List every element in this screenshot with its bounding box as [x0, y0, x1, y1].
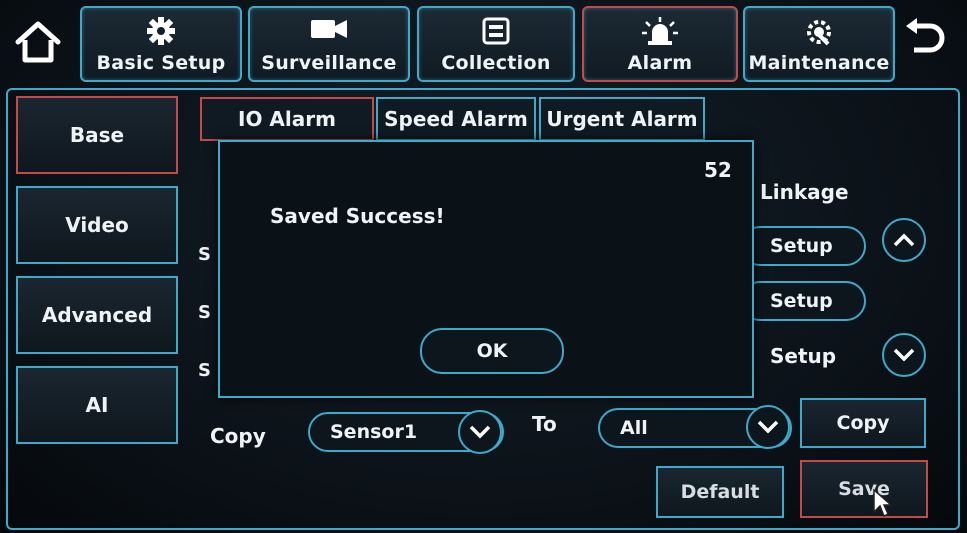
- sidebar-item-label: Video: [65, 213, 129, 237]
- sidebar-item-label: Advanced: [41, 303, 153, 327]
- copy-target-value: All: [620, 417, 648, 439]
- ok-label: OK: [476, 340, 508, 362]
- copy-source-dropdown[interactable]: [458, 410, 502, 454]
- copy-label: Copy: [210, 424, 266, 448]
- subtab-label: Speed Alarm: [384, 107, 528, 131]
- copy-source-value: Sensor1: [330, 421, 418, 443]
- linkage-setup-button-3[interactable]: Setup: [770, 344, 836, 368]
- row-label-partial: S: [198, 244, 211, 265]
- back-button[interactable]: [900, 16, 948, 60]
- copy-target-dropdown[interactable]: [746, 405, 790, 449]
- dialog-message: Saved Success!: [270, 204, 445, 228]
- save-button[interactable]: Save: [800, 460, 928, 518]
- linkage-setup-button-2[interactable]: Setup: [740, 281, 866, 321]
- tab-label: Basic Setup: [96, 52, 226, 74]
- dialog-ok-button[interactable]: OK: [420, 328, 564, 374]
- home-icon: [15, 21, 61, 63]
- linkage-header: Linkage: [760, 180, 849, 204]
- tab-maintenance[interactable]: Maintenance: [743, 6, 895, 82]
- save-success-dialog: 52 Saved Success! OK: [218, 140, 754, 398]
- setup-label: Setup: [770, 235, 833, 257]
- storage-icon: [482, 17, 510, 45]
- default-button[interactable]: Default: [656, 466, 784, 518]
- linkage-setup-button-1[interactable]: Setup: [740, 226, 866, 266]
- scroll-down-button[interactable]: [882, 333, 926, 377]
- chevron-up-icon: [893, 233, 915, 247]
- chevron-down-icon: [469, 425, 491, 439]
- copy-to-label: To: [532, 412, 557, 436]
- sidebar-item-label: AI: [85, 393, 109, 417]
- sidebar-item-label: Base: [69, 123, 125, 147]
- home-button[interactable]: [12, 18, 64, 64]
- copy-button-label: Copy: [836, 412, 890, 434]
- tab-surveillance[interactable]: Surveillance: [248, 6, 410, 82]
- row-label-partial: S: [198, 302, 211, 323]
- tab-alarm[interactable]: Alarm: [582, 6, 738, 82]
- subtab-label: Urgent Alarm: [546, 107, 698, 131]
- cursor-pointer-icon: [873, 488, 892, 518]
- tab-io-alarm[interactable]: IO Alarm: [200, 97, 374, 141]
- default-button-label: Default: [680, 481, 760, 503]
- tab-urgent-alarm[interactable]: Urgent Alarm: [539, 97, 705, 141]
- tab-basic-setup[interactable]: Basic Setup: [80, 6, 242, 82]
- back-arrow-icon: [906, 18, 945, 53]
- tab-speed-alarm[interactable]: Speed Alarm: [376, 97, 536, 141]
- tab-collection[interactable]: Collection: [417, 6, 575, 82]
- tab-label: Surveillance: [261, 52, 397, 74]
- setup-label: Setup: [770, 290, 833, 312]
- subtab-label: IO Alarm: [238, 107, 336, 131]
- tab-label: Collection: [441, 52, 551, 74]
- wrench-gear-icon: [807, 20, 831, 46]
- copy-button[interactable]: Copy: [800, 398, 926, 448]
- tab-label: Alarm: [627, 52, 693, 74]
- chevron-down-icon: [757, 420, 779, 434]
- sidebar-item-video[interactable]: Video: [16, 186, 178, 264]
- camera-icon: [311, 20, 347, 38]
- sidebar-item-advanced[interactable]: Advanced: [16, 276, 178, 354]
- siren-icon: [642, 17, 678, 45]
- sidebar-item-base[interactable]: Base: [16, 96, 178, 174]
- row-label-partial: S: [198, 360, 211, 381]
- scroll-up-button[interactable]: [882, 218, 926, 262]
- tab-label: Maintenance: [748, 52, 890, 74]
- gear-icon: [147, 17, 175, 45]
- sidebar-item-ai[interactable]: AI: [16, 366, 178, 444]
- dialog-countdown: 52: [704, 158, 732, 182]
- chevron-down-icon: [893, 348, 915, 362]
